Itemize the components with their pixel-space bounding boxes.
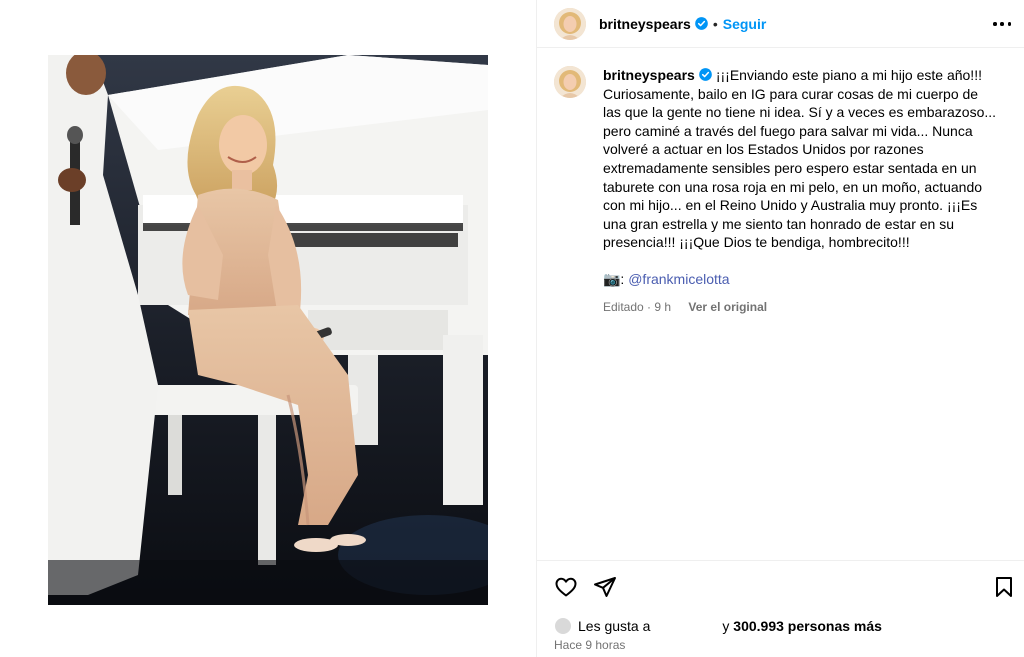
post-details-panel: britneyspears • Seguir britneyspears ¡¡¡E… — [536, 0, 1024, 657]
caption-avatar[interactable] — [554, 66, 586, 98]
more-dot — [1007, 22, 1011, 26]
paper-plane-icon[interactable] — [593, 575, 617, 599]
follow-button[interactable]: Seguir — [723, 16, 767, 32]
likes-prefix: Les gusta a — [578, 618, 651, 634]
edited-label: Editado · 9 h — [603, 299, 672, 314]
post-header: britneyspears • Seguir — [537, 0, 1024, 48]
caption-body: britneyspears ¡¡¡Enviando este piano a mi… — [603, 66, 998, 316]
post-photo-illustration — [48, 55, 488, 605]
avatar-image — [554, 7, 586, 40]
caption-username[interactable]: britneyspears — [603, 67, 695, 83]
separator-dot: • — [712, 15, 718, 32]
more-dot — [993, 22, 997, 26]
caption-text: ¡¡¡Enviando este piano a mi hijo este añ… — [603, 67, 1000, 251]
avatar-image — [554, 66, 586, 98]
actions-bar — [537, 560, 1024, 614]
see-original-link[interactable]: Ver el original — [688, 300, 767, 314]
heart-icon[interactable] — [554, 575, 578, 599]
caption-meta: Editado · 9 h Ver el original — [603, 298, 998, 317]
post-photo[interactable] — [48, 55, 488, 605]
caption-paragraph: britneyspears ¡¡¡Enviando este piano a mi… — [603, 66, 998, 252]
post-timestamp: Hace 9 horas — [554, 638, 626, 652]
verified-badge-icon — [695, 17, 708, 30]
mention-link[interactable]: @frankmicelotta — [628, 271, 729, 287]
media-panel — [0, 0, 536, 657]
likes-count[interactable]: 300.993 personas más — [733, 618, 882, 634]
bookmark-icon[interactable] — [992, 575, 1016, 599]
more-options-icon[interactable] — [993, 16, 1011, 32]
verified-badge-icon — [699, 68, 712, 81]
more-dot — [1000, 22, 1004, 26]
liker-avatar[interactable] — [554, 617, 572, 635]
mention-line: 📷: @frankmicelotta — [603, 270, 998, 289]
camera-icon: 📷: — [603, 270, 625, 287]
post-caption: britneyspears ¡¡¡Enviando este piano a mi… — [554, 66, 1014, 316]
author-avatar[interactable] — [554, 7, 586, 40]
author-username[interactable]: britneyspears — [599, 16, 691, 32]
likes-connector: y — [722, 618, 730, 634]
likes-summary: Les gusta a y 300.993 personas más — [554, 617, 882, 635]
